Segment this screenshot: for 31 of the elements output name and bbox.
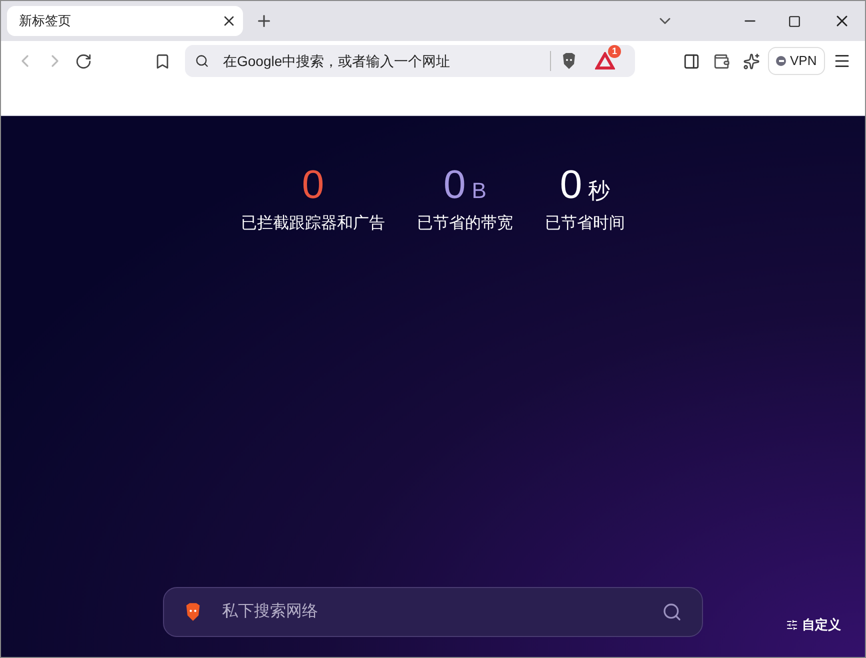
sidebar-icon[interactable] bbox=[683, 52, 700, 70]
vpn-button[interactable]: VPN bbox=[768, 47, 825, 75]
stat-unit: B bbox=[472, 177, 486, 205]
search-box[interactable]: 私下搜索网络 bbox=[163, 587, 703, 637]
maximize-icon[interactable] bbox=[788, 14, 801, 28]
address-input[interactable]: 在Google中搜索，或者输入一个网址 bbox=[223, 50, 550, 72]
stat-label: 已节省的带宽 bbox=[417, 214, 513, 234]
wallet-icon[interactable] bbox=[713, 52, 730, 70]
sparkle-icon[interactable] bbox=[743, 52, 760, 70]
triangle-icon[interactable] bbox=[595, 52, 615, 70]
sliders-icon bbox=[786, 618, 798, 631]
new-tab-icon[interactable] bbox=[255, 12, 273, 30]
lion-shield-icon[interactable] bbox=[561, 52, 577, 70]
browser-tab[interactable]: 新标签页 bbox=[7, 6, 243, 36]
search-icon bbox=[195, 54, 209, 68]
address-bar[interactable]: 在Google中搜索，或者输入一个网址 1 bbox=[185, 45, 635, 77]
bookmark-icon[interactable] bbox=[154, 52, 171, 70]
notification-badge: 1 bbox=[608, 45, 621, 58]
stat-label: 已拦截跟踪器和广告 bbox=[241, 214, 385, 234]
tab-title: 新标签页 bbox=[19, 12, 71, 30]
lion-logo-icon bbox=[184, 602, 202, 622]
search-input[interactable]: 私下搜索网络 bbox=[222, 600, 662, 624]
stat-value: 0 bbox=[444, 162, 466, 208]
reload-icon[interactable] bbox=[75, 52, 92, 70]
stat-value: 0 bbox=[302, 162, 324, 208]
menu-icon[interactable] bbox=[832, 52, 851, 70]
stat-unit: 秒 bbox=[588, 177, 610, 205]
stat-value: 0 bbox=[560, 162, 582, 208]
stat-label: 已节省时间 bbox=[545, 214, 625, 234]
search-icon[interactable] bbox=[662, 602, 682, 622]
customize-button[interactable]: 自定义 bbox=[786, 615, 841, 634]
